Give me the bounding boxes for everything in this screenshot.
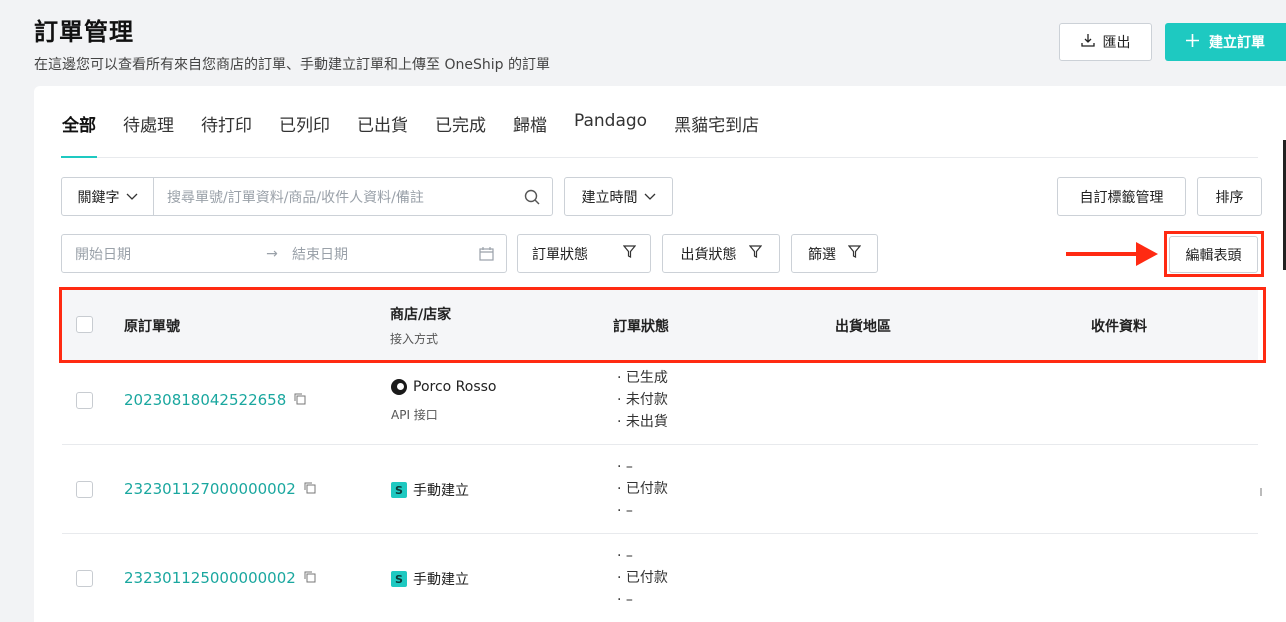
copy-icon[interactable] bbox=[294, 391, 306, 409]
order-number-link[interactable]: 232301127000000002 bbox=[124, 480, 316, 498]
tabs-divider bbox=[61, 157, 1258, 158]
create-order-label: 建立訂單 bbox=[1209, 35, 1265, 51]
order-number-link[interactable]: 20230818042522658 bbox=[124, 391, 306, 409]
store-label: 手動建立 bbox=[413, 483, 469, 499]
filter-icon bbox=[847, 245, 862, 262]
status-line: · – bbox=[617, 459, 633, 475]
porco-rosso-logo-icon bbox=[391, 379, 407, 395]
plus-icon bbox=[1186, 33, 1199, 51]
tab-printed[interactable]: 已列印 bbox=[279, 111, 330, 136]
filter-button[interactable]: 篩選 bbox=[791, 234, 878, 273]
search-group: 關鍵字 搜尋單號/訂單資料/商品/收件人資料/備註 bbox=[61, 177, 553, 216]
status-line: · 已付款 bbox=[617, 570, 668, 586]
annotation-arrow-head bbox=[1136, 242, 1158, 266]
store-name: S 手動建立 bbox=[391, 569, 469, 589]
order-number: 232301127000000002 bbox=[124, 480, 296, 498]
active-tab-indicator bbox=[61, 156, 97, 158]
search-icon[interactable] bbox=[512, 189, 552, 205]
keyword-dropdown[interactable]: 關鍵字 bbox=[62, 178, 154, 215]
tab-pandago[interactable]: Pandago bbox=[574, 111, 647, 136]
filter-icon bbox=[622, 245, 637, 262]
tab-completed[interactable]: 已完成 bbox=[435, 111, 486, 136]
row-scroll-mark bbox=[1260, 488, 1262, 496]
status-tabs: 全部 待處理 待打印 已列印 已出貨 已完成 歸檔 Pandago 黑貓宅到店 bbox=[62, 111, 759, 136]
shopline-s-icon: S bbox=[391, 482, 407, 498]
order-status-filter[interactable]: 訂單狀態 bbox=[517, 234, 651, 273]
order-status-label: 訂單狀態 bbox=[532, 246, 588, 263]
status-line: · 已生成 bbox=[617, 370, 668, 386]
status-line: · 已付款 bbox=[617, 481, 668, 497]
created-time-label: 建立時間 bbox=[581, 189, 638, 206]
row-divider bbox=[62, 533, 1258, 534]
status-line: · 未出貨 bbox=[617, 414, 668, 430]
tab-pending[interactable]: 待處理 bbox=[123, 111, 174, 136]
arrow-right-icon: → bbox=[266, 245, 278, 262]
tab-black-cat[interactable]: 黑貓宅到店 bbox=[674, 111, 759, 136]
copy-icon[interactable] bbox=[304, 569, 316, 587]
search-input[interactable]: 搜尋單號/訂單資料/商品/收件人資料/備註 bbox=[154, 187, 512, 207]
filter-icon bbox=[748, 245, 762, 262]
order-status-cell: · 已生成 · 未付款 · 未出貨 bbox=[617, 367, 668, 433]
order-number-link[interactable]: 232301125000000002 bbox=[124, 569, 316, 587]
row-checkbox[interactable] bbox=[76, 392, 93, 409]
store-name: Porco Rosso bbox=[391, 379, 497, 395]
store-label: Porco Rosso bbox=[413, 379, 497, 395]
page-subtitle: 在這邊您可以查看所有來自您商店的訂單、手動建立訂單和上傳至 OneShip 的訂… bbox=[34, 57, 550, 73]
filter-label: 篩選 bbox=[808, 246, 836, 263]
calendar-icon bbox=[466, 246, 506, 261]
store-label: 手動建立 bbox=[413, 572, 469, 588]
order-number: 20230818042522658 bbox=[124, 391, 287, 409]
download-icon bbox=[1080, 33, 1095, 51]
highlight-edit-header bbox=[1164, 231, 1264, 277]
chevron-down-icon bbox=[644, 189, 656, 205]
tab-archived[interactable]: 歸檔 bbox=[513, 111, 547, 136]
ship-status-filter[interactable]: 出貨狀態 bbox=[662, 234, 780, 273]
keyword-label: 關鍵字 bbox=[77, 189, 120, 206]
order-number: 232301125000000002 bbox=[124, 569, 296, 587]
shopline-s-icon: S bbox=[391, 571, 407, 587]
row-checkbox[interactable] bbox=[76, 481, 93, 498]
store-integration: API 接口 bbox=[391, 408, 438, 422]
status-line: · – bbox=[617, 548, 633, 564]
sort-button[interactable]: 排序 bbox=[1197, 177, 1262, 216]
export-button[interactable]: 匯出 bbox=[1059, 23, 1152, 61]
tab-all[interactable]: 全部 bbox=[62, 111, 96, 136]
highlight-table-header bbox=[59, 287, 1266, 363]
order-status-cell: · – · 已付款 · – bbox=[617, 456, 668, 522]
order-status-cell: · – · 已付款 · – bbox=[617, 545, 668, 611]
end-date-input[interactable]: 結束日期 bbox=[292, 244, 466, 264]
create-order-button[interactable]: 建立訂單 bbox=[1165, 23, 1286, 61]
page-title: 訂單管理 bbox=[34, 18, 134, 46]
tab-to-print[interactable]: 待打印 bbox=[201, 111, 252, 136]
export-label: 匯出 bbox=[1102, 35, 1131, 51]
ship-status-label: 出貨狀態 bbox=[680, 246, 737, 263]
status-line: · 未付款 bbox=[617, 392, 668, 408]
row-divider bbox=[62, 444, 1258, 445]
status-line: · – bbox=[617, 503, 633, 519]
created-time-dropdown[interactable]: 建立時間 bbox=[564, 177, 673, 216]
store-name: S 手動建立 bbox=[391, 480, 469, 500]
row-checkbox[interactable] bbox=[76, 570, 93, 587]
date-range-picker[interactable]: 開始日期 → 結束日期 bbox=[61, 234, 507, 273]
annotation-arrow bbox=[1066, 252, 1142, 256]
copy-icon[interactable] bbox=[304, 480, 316, 498]
start-date-input[interactable]: 開始日期 bbox=[62, 244, 252, 264]
status-line: · – bbox=[617, 592, 633, 608]
chevron-down-icon bbox=[126, 189, 138, 205]
tag-management-button[interactable]: 自訂標籤管理 bbox=[1057, 177, 1186, 216]
tab-shipped[interactable]: 已出貨 bbox=[357, 111, 408, 136]
